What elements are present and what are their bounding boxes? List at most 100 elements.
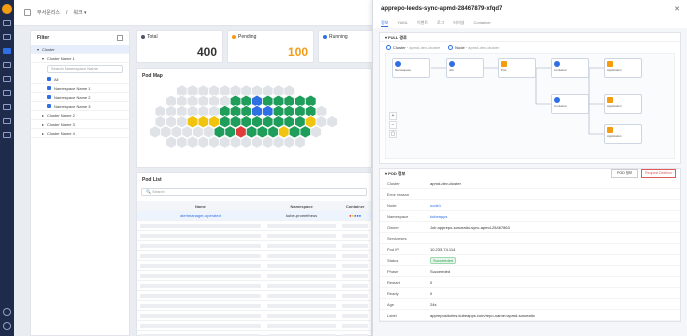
pod-hex[interactable] <box>229 115 242 129</box>
pod-hex[interactable] <box>154 115 167 129</box>
user-avatar-icon[interactable] <box>3 322 11 330</box>
col-container[interactable]: Container <box>339 204 371 209</box>
topology-title[interactable]: ▾ FULL 경로 <box>380 33 680 42</box>
log-icon[interactable] <box>3 118 11 124</box>
tree-cluster-3[interactable]: ▸ Cluster Name 3 <box>31 120 129 129</box>
pod-hex[interactable] <box>181 125 193 139</box>
namespace-3[interactable]: Namespace Name 3 <box>31 102 129 111</box>
pod-hex[interactable] <box>240 115 252 129</box>
node-application-1[interactable]: Application <box>604 58 642 79</box>
node-pod[interactable]: Pod <box>498 58 536 79</box>
table-row[interactable] <box>137 281 371 291</box>
table-row[interactable] <box>137 261 371 271</box>
info-value[interactable]: kubeapps <box>430 214 447 219</box>
radio-node[interactable]: Node · apmd-dev-cluster <box>448 45 499 51</box>
node-namespace[interactable]: Namespace <box>392 58 430 79</box>
pod-hex[interactable] <box>278 125 290 139</box>
pod-hex[interactable] <box>176 135 188 149</box>
namespace-search-input[interactable]: Search Namespace Name <box>47 65 123 73</box>
tab-terminal[interactable]: 터미널 <box>453 20 464 27</box>
pod-hex[interactable] <box>224 125 236 139</box>
pod-hex[interactable] <box>219 115 231 129</box>
close-icon[interactable]: ✕ <box>674 5 680 13</box>
collapse-icon[interactable] <box>117 35 123 41</box>
total-card[interactable]: Total 400 <box>136 30 223 63</box>
pod-hex[interactable] <box>288 125 301 139</box>
node-container-2[interactable]: Container <box>551 94 589 115</box>
pod-hex[interactable] <box>197 135 210 149</box>
pod-hex[interactable] <box>256 125 269 139</box>
pod-hex[interactable] <box>310 125 322 139</box>
pod-info-title[interactable]: ▾ POD 정보 <box>380 169 405 178</box>
pod-hex[interactable] <box>208 135 220 149</box>
table-row[interactable] <box>137 291 371 301</box>
table-row[interactable] <box>137 311 371 321</box>
help-icon[interactable] <box>3 308 11 316</box>
pod-hex[interactable] <box>219 135 231 149</box>
topology-graph[interactable]: Namespace Job Pod Container Application … <box>385 53 675 160</box>
tab-container[interactable]: Container <box>473 20 490 27</box>
fit-icon[interactable]: ▢ <box>389 130 397 139</box>
pod-hex[interactable] <box>299 125 312 139</box>
radio-cluster[interactable]: Cluster · apmd-dev-cluster <box>386 45 440 51</box>
pod-hex[interactable] <box>251 135 263 149</box>
config-icon[interactable] <box>3 90 11 96</box>
pod-hex[interactable] <box>170 125 183 139</box>
table-row[interactable] <box>137 331 371 336</box>
node-application-3[interactable]: Application <box>604 124 642 145</box>
tab-logs[interactable]: 로그 <box>437 20 444 27</box>
tab-info[interactable]: 정보 <box>381 20 389 27</box>
pod-hex-map[interactable] <box>147 83 367 165</box>
pod-hex[interactable] <box>202 125 215 139</box>
table-row[interactable] <box>137 301 371 311</box>
pod-hex[interactable] <box>159 125 172 139</box>
tree-cluster-1[interactable]: ▾ Cluster Name 1 <box>31 54 129 63</box>
table-row[interactable] <box>137 231 371 241</box>
pod-hex[interactable] <box>213 125 226 139</box>
pod-hex[interactable] <box>294 115 306 129</box>
breadcrumb-root[interactable]: 무서운리스 <box>37 9 60 16</box>
node-application-2[interactable]: Application <box>604 94 642 115</box>
pod-hex[interactable] <box>304 115 317 129</box>
zoom-out-icon[interactable]: − <box>389 121 397 130</box>
pod-hex[interactable] <box>229 135 242 149</box>
breadcrumb-current[interactable]: 워크 ▾ <box>73 9 86 16</box>
info-value[interactable]: node1 <box>430 203 441 208</box>
pod-hex[interactable] <box>294 135 306 149</box>
pod-hex[interactable] <box>149 125 161 139</box>
tree-cluster-2[interactable]: ▸ Cluster Name 2 <box>31 111 129 120</box>
pod-hex[interactable] <box>165 115 177 129</box>
col-namespace[interactable]: Namespace <box>264 204 339 209</box>
alert-icon[interactable] <box>3 104 11 110</box>
pod-name-link[interactable]: alertmanager-operated <box>137 213 264 218</box>
pod-hex[interactable] <box>176 115 188 129</box>
table-row[interactable] <box>137 271 371 281</box>
pod-hex[interactable] <box>315 115 328 129</box>
tab-yaml[interactable]: YAML <box>397 20 408 27</box>
tab-events[interactable]: 이벤트 <box>417 20 428 27</box>
zoom-in-icon[interactable]: + <box>389 112 397 121</box>
pod-hex[interactable] <box>186 115 199 129</box>
dashboard-icon[interactable] <box>3 20 11 26</box>
node-job[interactable]: Job <box>446 58 484 79</box>
tree-cluster-4[interactable]: ▸ Cluster Name 4 <box>31 129 129 138</box>
pod-hex[interactable] <box>165 135 177 149</box>
pod-hex[interactable] <box>240 135 252 149</box>
pod-hex[interactable] <box>251 115 263 129</box>
pod-hex[interactable] <box>283 115 296 129</box>
pod-hex[interactable] <box>186 135 199 149</box>
pod-hex[interactable] <box>272 135 285 149</box>
pod-hex[interactable] <box>283 135 296 149</box>
pod-hex[interactable] <box>272 115 285 129</box>
tree-root-cluster[interactable]: ▾ Cluster <box>31 45 129 54</box>
pending-card[interactable]: Pending 100 <box>227 30 314 63</box>
table-row[interactable]: alertmanager-operated kube-prometheus ●●… <box>137 211 371 221</box>
monitor-icon[interactable] <box>3 34 11 40</box>
storage-icon[interactable] <box>3 76 11 82</box>
report-icon[interactable] <box>3 132 11 138</box>
pod-hex[interactable] <box>197 115 210 129</box>
pod-hex[interactable] <box>326 115 339 129</box>
table-row[interactable] <box>137 321 371 331</box>
menu-icon[interactable] <box>24 9 31 16</box>
table-row[interactable] <box>137 221 371 231</box>
